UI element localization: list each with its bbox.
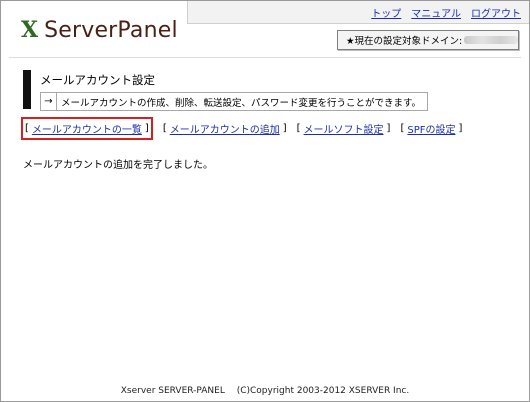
bracket-close: ] — [386, 123, 391, 134]
logo-text: ServerPanel — [44, 18, 178, 43]
bracket-open: [ — [162, 123, 167, 134]
bracket-open: [ — [400, 123, 405, 134]
menu-item-account-add: [ メールアカウントの追加 ] — [163, 121, 287, 136]
section-header: メールアカウント設定 → メールアカウントの作成、削除、転送設定、パスワード変更… — [23, 70, 429, 111]
current-domain-label: ★現在の設定対象ドメイン: — [346, 36, 463, 47]
arrow-right-icon: → — [41, 93, 57, 110]
menu-item-spf: [ SPFの設定 ] — [400, 121, 462, 136]
nav-manual-link[interactable]: マニュアル — [411, 5, 461, 20]
logo-mark: X — [21, 17, 39, 43]
spf-settings-link[interactable]: SPFの設定 — [407, 121, 455, 136]
nav-logout-link[interactable]: ログアウト — [471, 5, 521, 20]
top-nav-bar: トップ マニュアル ログアウト — [187, 1, 529, 24]
bracket-close: ] — [458, 123, 463, 134]
logo[interactable]: X ServerPanel — [21, 17, 178, 43]
window-frame: X ServerPanel トップ マニュアル ログアウト ★現在の設定対象ドメ… — [0, 0, 530, 402]
account-add-link[interactable]: メールアカウントの追加 — [170, 121, 280, 136]
menu-item-account-list: [ メールアカウントの一覧 ] — [21, 117, 153, 140]
description-text: メールアカウントの作成、削除、転送設定、パスワード変更を行うことができます。 — [61, 97, 422, 109]
mail-software-link[interactable]: メールソフト設定 — [304, 121, 384, 136]
description-box: → メールアカウントの作成、削除、転送設定、パスワード変更を行うことができます。 — [40, 92, 429, 111]
bracket-close: ] — [282, 123, 287, 134]
header-divider — [9, 57, 521, 58]
footer-copyright: Xserver SERVER-PANEL (C)Copyright 2003-2… — [120, 386, 410, 396]
domain-redacted — [464, 36, 518, 44]
menu-item-mail-software: [ メールソフト設定 ] — [297, 121, 391, 136]
status-message: メールアカウントの追加を完了しました。 — [23, 160, 213, 171]
bracket-open: [ — [25, 123, 29, 134]
bracket-open: [ — [296, 123, 301, 134]
page-title: メールアカウント設定 — [40, 73, 155, 87]
account-list-link[interactable]: メールアカウントの一覧 — [32, 121, 142, 136]
nav-top-link[interactable]: トップ — [371, 5, 401, 20]
sub-menu: [ メールアカウントの一覧 ] [ メールアカウントの追加 ] [ メールソフト… — [21, 117, 472, 140]
current-domain-box: ★現在の設定対象ドメイン: — [337, 30, 519, 50]
top-nav: トップ マニュアル ログアウト — [371, 5, 521, 20]
bracket-close: ] — [144, 123, 149, 134]
